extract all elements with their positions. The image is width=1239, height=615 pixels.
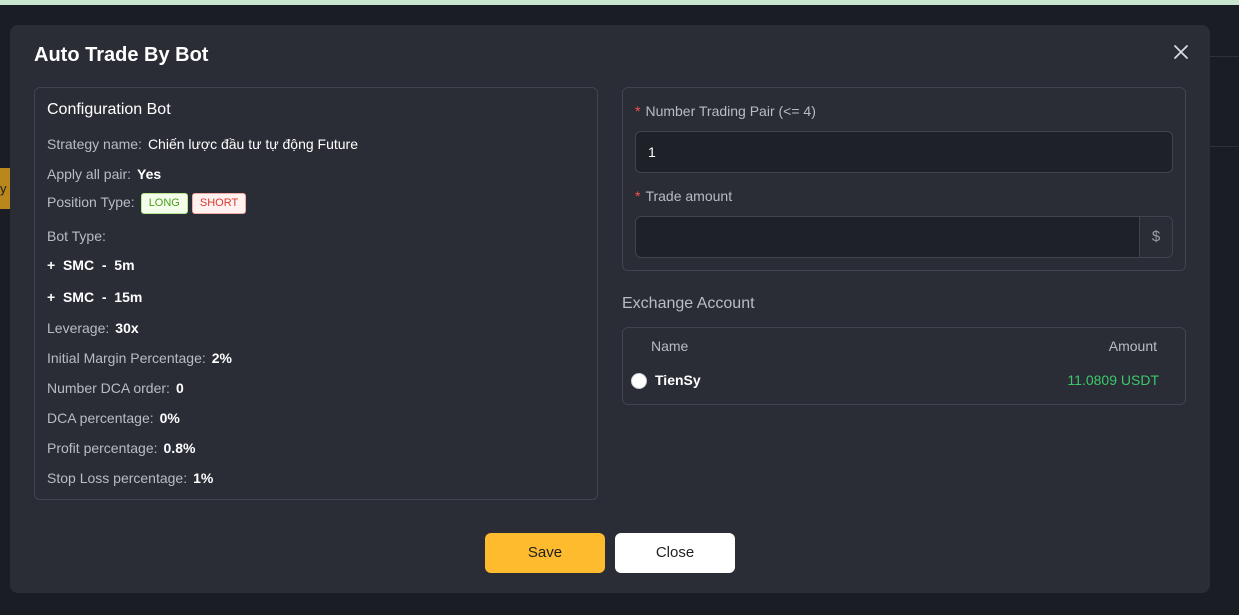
profit-percentage-label: Profit percentage: [47, 440, 158, 456]
dollar-suffix: $ [1139, 217, 1172, 257]
strategy-row: Strategy name: Chiến lược đầu tư tự động … [47, 136, 358, 152]
apply-value: Yes [137, 166, 162, 182]
exchange-account-heading: Exchange Account [622, 295, 755, 312]
trading-pair-label: * Number Trading Pair (<= 4) [635, 103, 816, 119]
trading-pair-input[interactable]: 1 [635, 131, 1173, 173]
trade-amount-label-text: Trade amount [645, 188, 733, 204]
bot-type-row: Bot Type: [47, 228, 106, 244]
stop-loss-row: Stop Loss percentage: 1% [47, 470, 213, 486]
close-button[interactable]: Close [615, 533, 735, 573]
apply-all-pair-row: Apply all pair: Yes [47, 166, 161, 182]
auto-trade-modal: Auto Trade By Bot Configuration Bot Stra… [10, 25, 1210, 593]
leverage-row: Leverage: 30x [47, 320, 139, 336]
position-label: Position Type: [47, 194, 135, 211]
profit-percentage-row: Profit percentage: 0.8% [47, 440, 195, 456]
position-short-tag: SHORT [191, 193, 247, 214]
column-header-amount: Amount [1108, 338, 1157, 354]
leverage-label: Leverage: [47, 320, 110, 336]
trade-amount-field: $ [635, 216, 1173, 258]
trade-amount-label: * Trade amount [635, 188, 732, 204]
dca-percentage-label: DCA percentage: [47, 410, 154, 426]
position-type-row: Position Type: LONG SHORT [47, 193, 247, 214]
required-mark: * [635, 103, 641, 119]
leverage-value: 30x [115, 320, 139, 336]
column-header-name: Name [651, 338, 689, 354]
strategy-label: Strategy name: [47, 136, 142, 152]
bot-type-item: + SMC - 5m [47, 257, 135, 273]
background-divider [1209, 56, 1239, 57]
initial-margin-row: Initial Margin Percentage: 2% [47, 350, 232, 366]
configuration-panel: Configuration Bot Strategy name: Chiến lư… [34, 87, 598, 500]
profit-percentage-value: 0.8% [163, 440, 196, 456]
required-mark: * [635, 188, 641, 204]
dca-percentage-row: DCA percentage: 0% [47, 410, 180, 426]
background-divider [1209, 146, 1239, 147]
top-accent-bar [0, 0, 1239, 5]
account-radio[interactable] [631, 373, 647, 389]
account-amount: 11.0809 USDT [1067, 372, 1159, 388]
trade-amount-input[interactable] [636, 217, 1140, 257]
close-icon[interactable] [1172, 43, 1190, 61]
apply-label: Apply all pair: [47, 166, 132, 182]
bot-type-label: Bot Type: [47, 228, 106, 244]
modal-title: Auto Trade By Bot [34, 44, 209, 66]
strategy-value: Chiến lược đầu tư tự động Future [147, 136, 359, 152]
stop-loss-label: Stop Loss percentage: [47, 470, 188, 486]
position-long-tag: LONG [140, 193, 188, 214]
dca-percentage-value: 0% [159, 410, 180, 426]
trade-form-panel: * Number Trading Pair (<= 4) 1 * Trade amo… [622, 87, 1186, 271]
account-name: TienSy [655, 372, 701, 388]
initial-margin-value: 2% [211, 350, 232, 366]
background-edge-button: y [0, 168, 10, 209]
save-button[interactable]: Save [485, 533, 605, 573]
background-edge-text: y [0, 181, 7, 196]
stop-loss-value: 1% [193, 470, 214, 486]
trading-pair-label-text: Number Trading Pair (<= 4) [645, 103, 816, 119]
dca-order-label: Number DCA order: [47, 380, 170, 396]
initial-margin-label: Initial Margin Percentage: [47, 350, 206, 366]
dca-order-row: Number DCA order: 0 [47, 380, 184, 396]
bot-type-item: + SMC - 15m [47, 289, 143, 305]
exchange-account-table: Name Amount TienSy 11.0809 USDT [622, 327, 1186, 405]
configuration-title: Configuration Bot [47, 101, 171, 118]
dca-order-value: 0 [175, 380, 184, 396]
